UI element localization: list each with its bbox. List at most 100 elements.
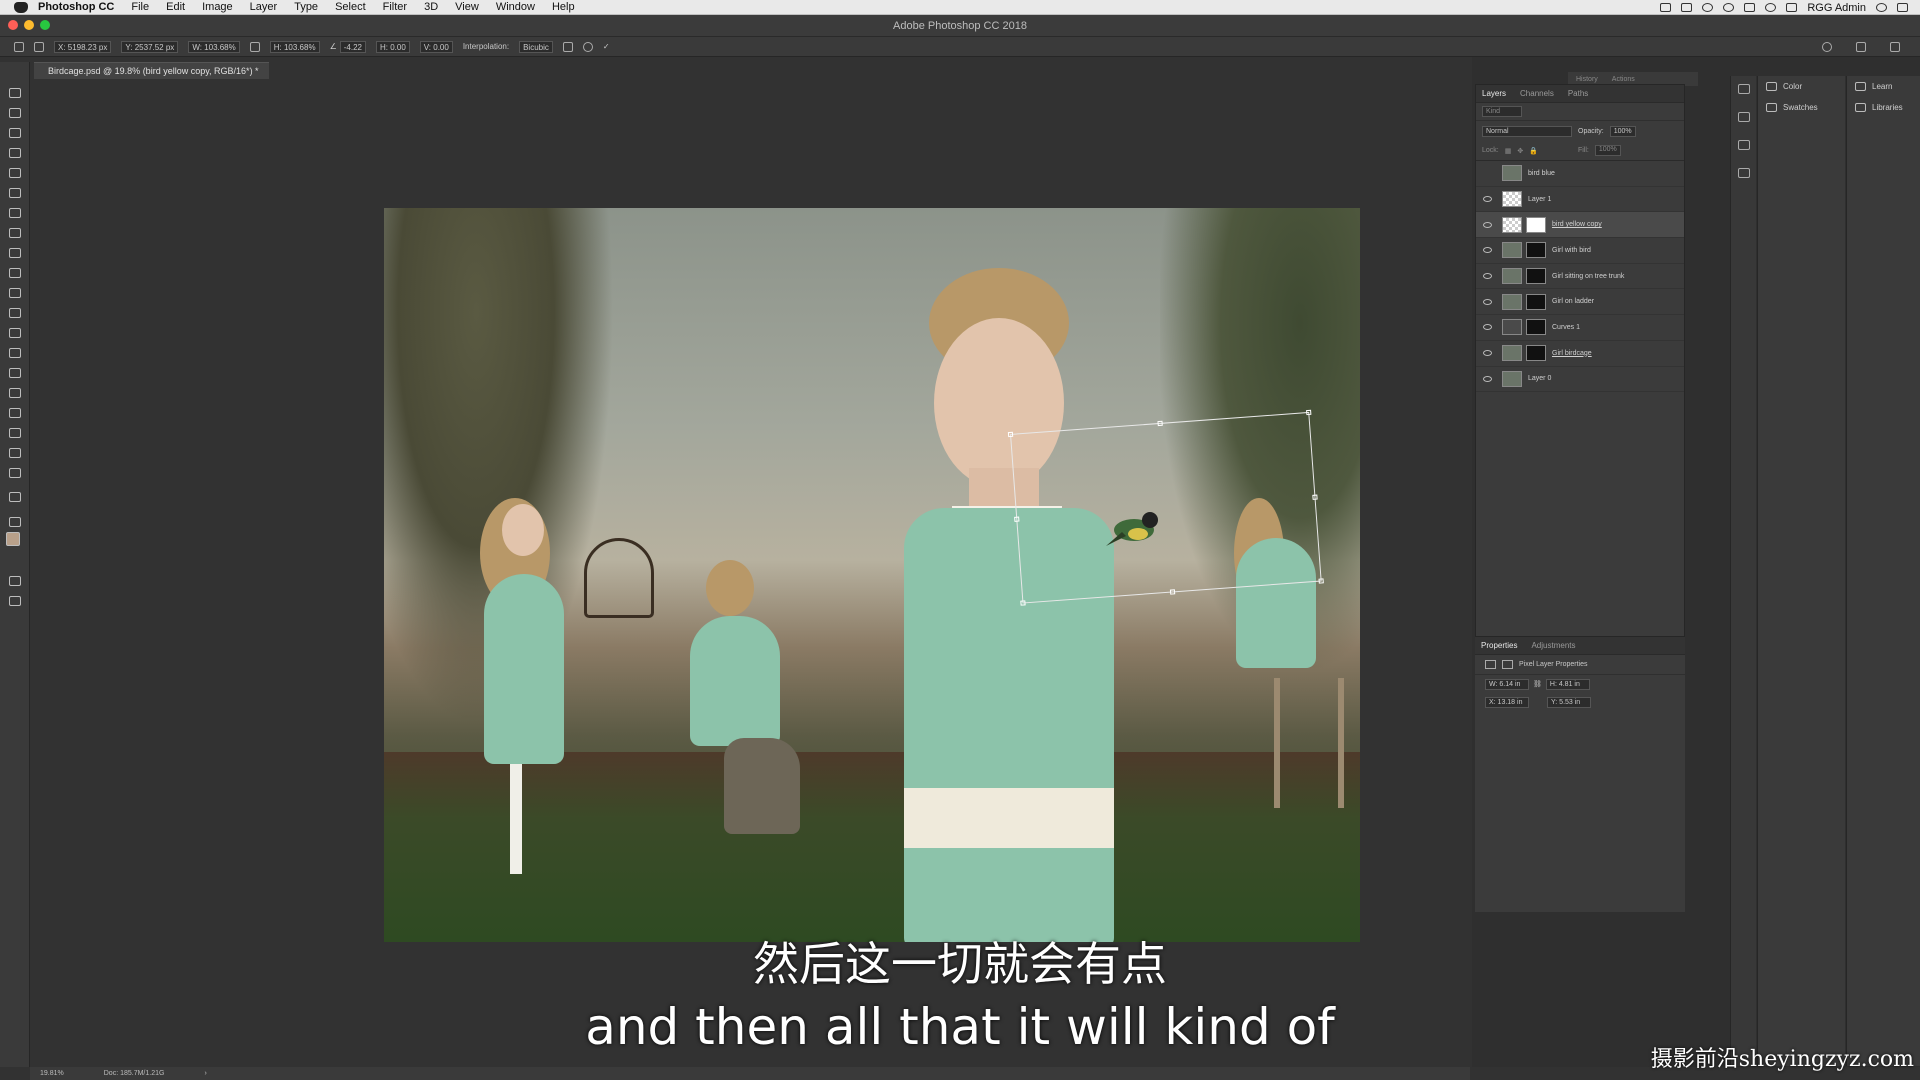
share-icon[interactable] [1890,41,1900,52]
status-doc-size[interactable]: Doc: 185.7M/1.21G [104,1070,165,1077]
layer-row-layer-1[interactable]: Layer 1 [1476,187,1684,213]
tab-adjustments[interactable]: Adjustments [1531,641,1575,650]
layer-row-bird-blue[interactable]: bird blue [1476,161,1684,187]
layer-row-bird-yellow-copy[interactable]: bird yellow copy [1476,212,1684,239]
crop-tool-icon[interactable] [9,168,21,178]
move-tool-preset-icon[interactable] [14,41,24,52]
fill-input[interactable]: 100% [1594,145,1621,156]
magic-wand-tool-icon[interactable] [9,148,21,158]
marquee-tool-icon[interactable] [9,108,21,118]
pen-tool-icon[interactable] [9,368,21,378]
gradient-tool-icon[interactable] [9,308,21,318]
status-arrow-icon[interactable]: › [204,1070,206,1077]
visibility-eye-icon[interactable] [1483,375,1492,382]
opacity-input[interactable]: 100% [1609,125,1636,137]
layer-mask-thumbnail[interactable] [1526,242,1546,259]
eject-icon[interactable] [1786,3,1798,12]
brush-tool-icon[interactable] [9,228,21,238]
visibility-eye-icon[interactable] [1483,273,1492,280]
search-icon[interactable] [1822,41,1832,52]
x-field[interactable]: X: 5198.23 px [54,40,112,53]
transform-handle-br[interactable] [1318,578,1324,584]
wifi-icon[interactable] [1765,3,1777,12]
spotlight-search-icon[interactable] [1876,3,1887,12]
layer-mask-thumbnail[interactable] [1526,293,1546,310]
path-selection-tool-icon[interactable] [9,408,21,418]
transform-handle-r[interactable] [1312,494,1318,500]
tab-properties[interactable]: Properties [1481,641,1517,650]
menu-layer[interactable]: Layer [250,1,278,13]
menu-image[interactable]: Image [202,1,233,13]
width-field[interactable]: W: 103.68% [188,40,240,53]
mask-icon[interactable] [1502,660,1513,669]
menu-help[interactable]: Help [552,1,575,13]
layer-row-layer-0[interactable]: Layer 0 [1476,367,1684,393]
quick-mask-icon[interactable] [9,576,21,586]
visibility-eye-icon[interactable] [1483,170,1492,176]
transform-handle-l[interactable] [1014,516,1020,522]
dodge-tool-icon[interactable] [9,348,21,358]
layer-row-curves-1[interactable]: Curves 1 [1476,315,1684,341]
menu-app-name[interactable]: Photoshop CC [38,1,114,13]
notification-list-icon[interactable] [1897,3,1908,12]
menu-file[interactable]: File [131,1,149,13]
more-tools-icon[interactable] [9,492,21,502]
brush-panel-icon[interactable] [1737,140,1750,150]
transform-handle-bl[interactable] [1020,600,1026,606]
prop-link-icon[interactable]: ⛓ [1533,680,1542,688]
y-field[interactable]: Y: 2537.52 px [121,40,179,53]
prop-x-input[interactable]: X: 13.18 in [1485,696,1529,708]
default-colors-icon[interactable] [9,517,21,527]
history-tab[interactable]: History [1576,76,1598,83]
visibility-eye-icon[interactable] [1483,298,1492,305]
layer-kind-filter[interactable]: Kind [1482,106,1522,117]
camera-icon[interactable] [1681,3,1693,12]
history-panel-icon[interactable] [1737,84,1750,94]
blend-mode-select[interactable]: Normal [1482,125,1572,137]
h-skew-field[interactable]: H: 0.00 [375,40,410,53]
interpolation-select[interactable]: Bicubic [519,40,553,53]
zoom-tool-icon[interactable] [9,468,21,478]
lock-all-icon[interactable]: 🔒 [1529,147,1538,155]
eyedropper-tool-icon[interactable] [9,188,21,198]
menu-window[interactable]: Window [496,1,535,13]
move-tool-icon[interactable] [9,88,21,98]
minimize-window-button[interactable] [24,20,34,30]
healing-brush-tool-icon[interactable] [9,208,21,218]
visibility-eye-icon[interactable] [1483,196,1492,203]
document-tab[interactable]: Birdcage.psd @ 19.8% (bird yellow copy, … [34,62,269,79]
tab-paths[interactable]: Paths [1568,89,1588,98]
rectangle-tool-icon[interactable] [9,428,21,438]
lock-pixels-icon[interactable]: ▦ [1505,147,1512,155]
actions-tab[interactable]: Actions [1612,76,1635,83]
menubar-user[interactable]: RGG Admin [1807,2,1866,14]
layer-mask-thumbnail[interactable] [1526,345,1546,362]
creative-cloud-icon[interactable] [1702,3,1714,12]
dock-libraries[interactable]: Libraries [1847,97,1920,118]
visibility-eye-icon[interactable] [1483,221,1492,228]
reference-point-icon[interactable] [34,41,44,52]
lock-position-icon[interactable]: ✥ [1517,147,1523,155]
menu-filter[interactable]: Filter [383,1,407,13]
layer-row-girl-on-ladder[interactable]: Girl on ladder [1476,289,1684,316]
free-transform-box[interactable] [1007,409,1324,606]
menu-edit[interactable]: Edit [166,1,185,13]
angle-field[interactable]: ∠ -4.22 [330,40,366,53]
visibility-eye-icon[interactable] [1483,247,1492,254]
zoom-window-button[interactable] [40,20,50,30]
prop-width-input[interactable]: W: 6.14 in [1485,678,1529,690]
dock-learn[interactable]: Learn [1847,76,1920,97]
menu-view[interactable]: View [455,1,479,13]
workspace-icon[interactable] [1856,41,1866,52]
apple-icon[interactable] [14,1,28,13]
visibility-eye-icon[interactable] [1483,350,1492,357]
screen-icon[interactable] [1660,3,1672,12]
transform-handle-t[interactable] [1157,420,1163,427]
foreground-background-color-icon[interactable] [6,532,24,546]
dock-swatches[interactable]: Swatches [1758,97,1845,118]
bluetooth-icon[interactable] [1723,3,1735,12]
adjust-panel-icon[interactable] [1737,168,1750,178]
v-skew-field[interactable]: V: 0.00 [419,40,453,53]
height-field[interactable]: H: 103.68% [269,40,320,53]
prop-y-input[interactable]: Y: 5.53 in [1547,696,1591,708]
